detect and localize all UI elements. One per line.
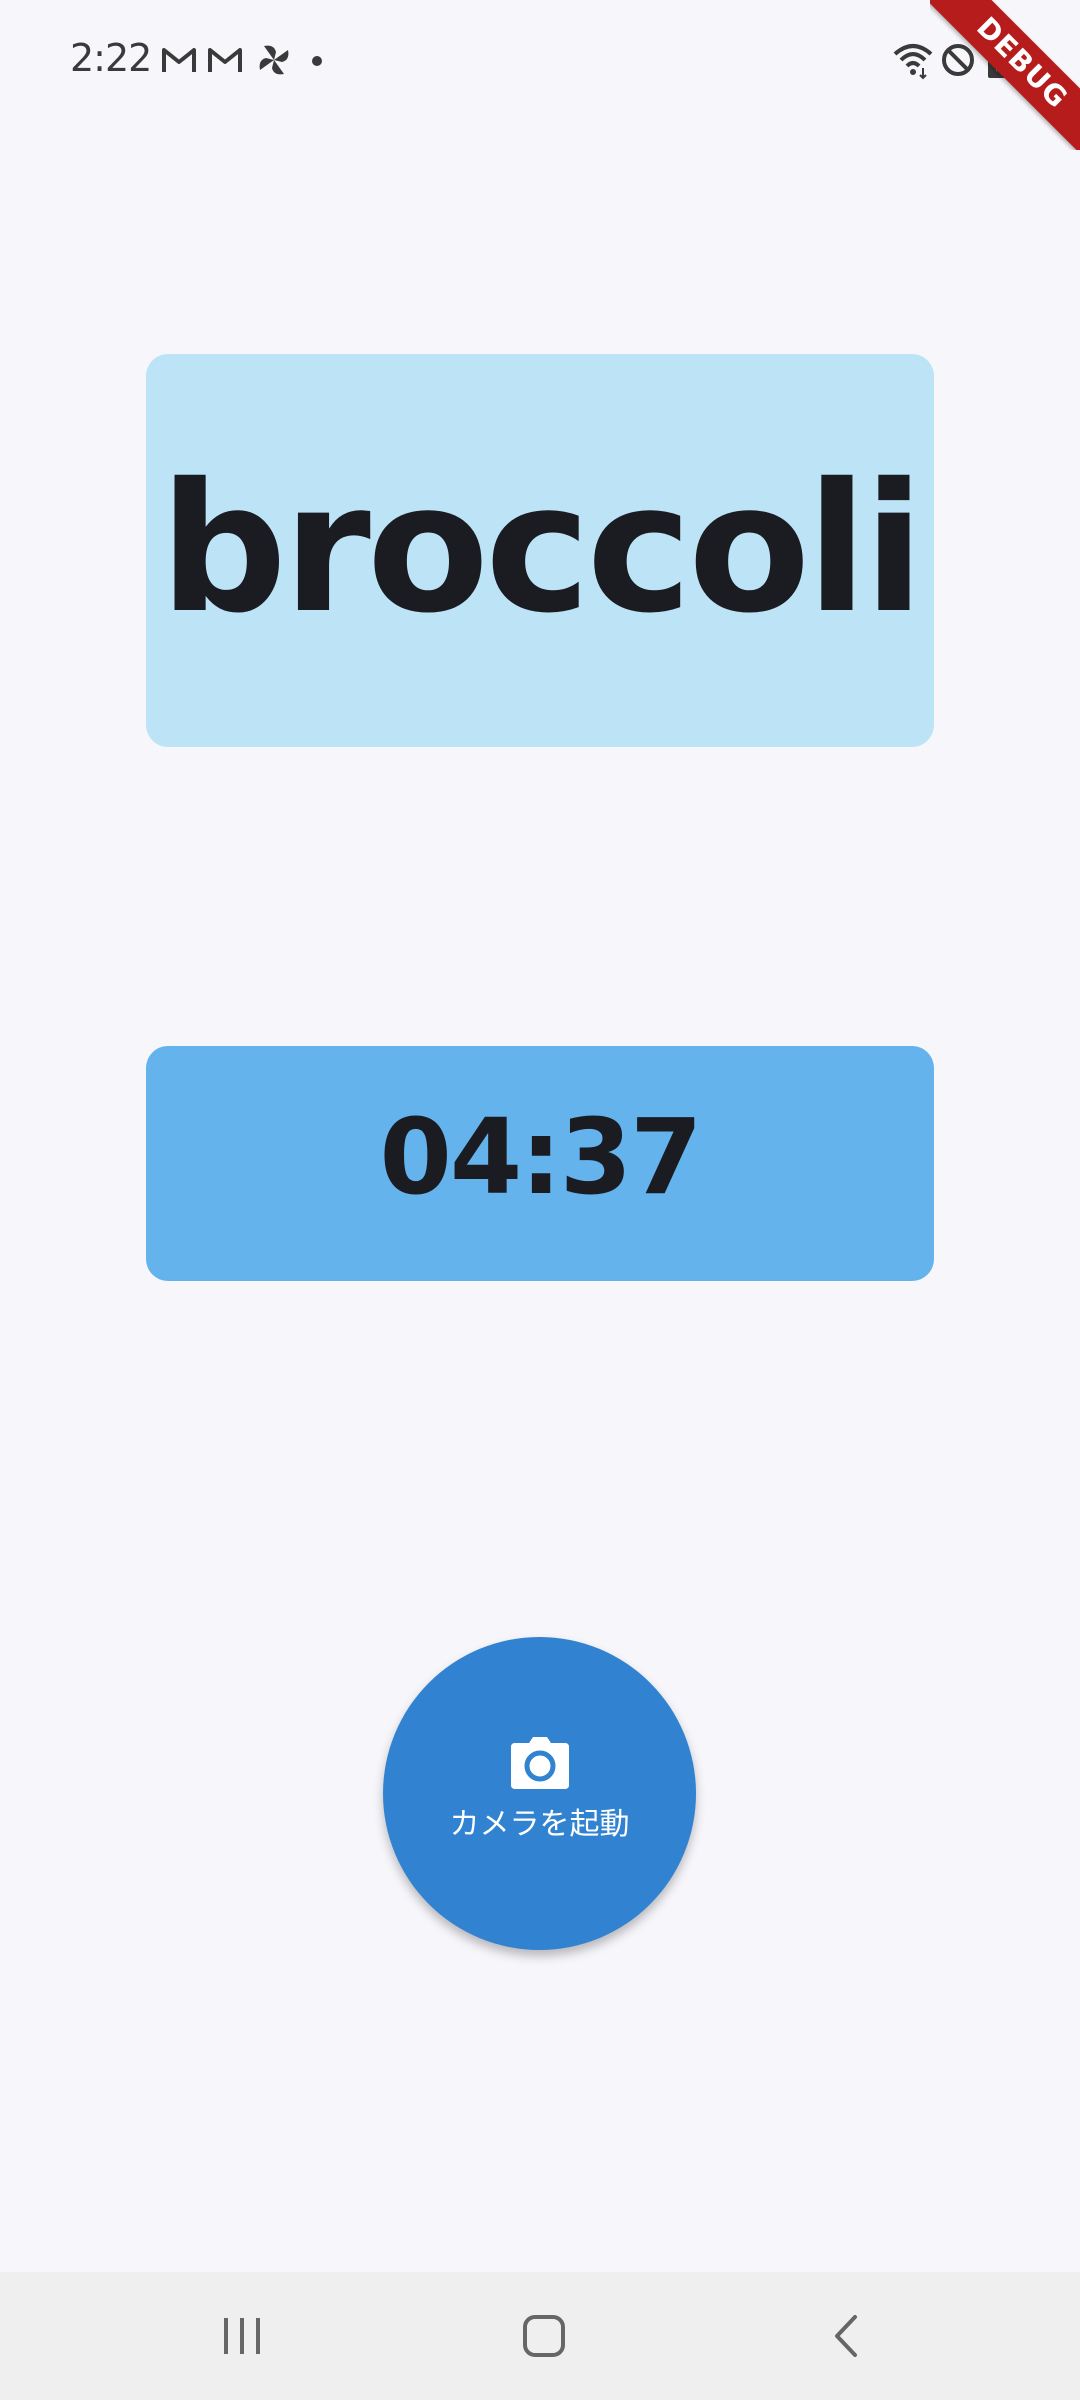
camera-icon [510, 1736, 569, 1789]
target-word: broccoli [159, 444, 925, 652]
launch-camera-button[interactable]: カメラを起動 [383, 1637, 696, 1950]
recents-icon [224, 2318, 260, 2354]
home-button[interactable] [484, 2296, 604, 2376]
launch-camera-label: カメラを起動 [449, 1806, 630, 1842]
wifi-icon [893, 44, 933, 80]
countdown-timer: 04:37 [379, 1095, 702, 1218]
more-notifications-dot [312, 56, 322, 66]
word-card: broccoli [146, 354, 934, 747]
recents-button[interactable] [182, 2296, 302, 2376]
status-bar: 2:22 [0, 0, 1080, 120]
pinwheel-icon [259, 45, 289, 75]
back-icon [835, 2315, 857, 2357]
back-button[interactable] [786, 2296, 906, 2376]
system-nav-bar [0, 2272, 1080, 2400]
status-time: 2:22 [70, 36, 152, 80]
do-not-disturb-icon [942, 44, 974, 76]
gmail-icon [208, 48, 242, 72]
gmail-icon [162, 48, 196, 72]
timer-card: 04:37 [146, 1046, 934, 1281]
battery-charging-icon [988, 44, 1008, 78]
home-icon [523, 2315, 565, 2357]
